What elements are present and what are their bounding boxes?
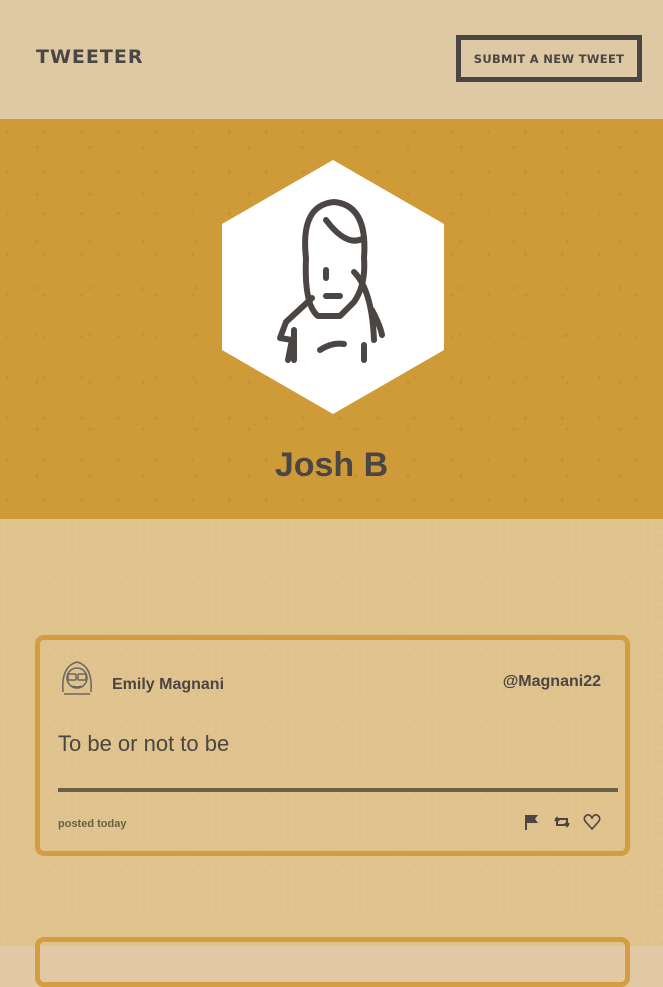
tweet-card (35, 937, 630, 987)
tweet-author-handle[interactable]: @Magnani22 (503, 673, 601, 691)
profile-avatar (222, 160, 444, 414)
profile-name: Josh B (274, 446, 389, 484)
submit-tweet-button[interactable]: SUBMIT A NEW TWEET (456, 35, 642, 82)
tweet-timestamp: posted today (58, 818, 127, 830)
tweet-card: Emily Magnani @Magnani22 To be or not to… (35, 635, 630, 856)
tweet-author-name[interactable]: Emily Magnani (112, 676, 224, 694)
tweet-actions (523, 813, 601, 831)
tweet-divider (58, 788, 618, 792)
glasses-avatar-icon (58, 656, 96, 696)
tweet-content: To be or not to be (58, 731, 230, 756)
top-nav: TWEETER SUBMIT A NEW TWEET (0, 0, 663, 119)
retweet-icon[interactable] (553, 813, 571, 831)
woman-avatar-icon (222, 160, 444, 414)
heart-icon[interactable] (583, 813, 601, 831)
flag-icon[interactable] (523, 813, 541, 831)
brand-logo[interactable]: TWEETER (36, 46, 143, 68)
